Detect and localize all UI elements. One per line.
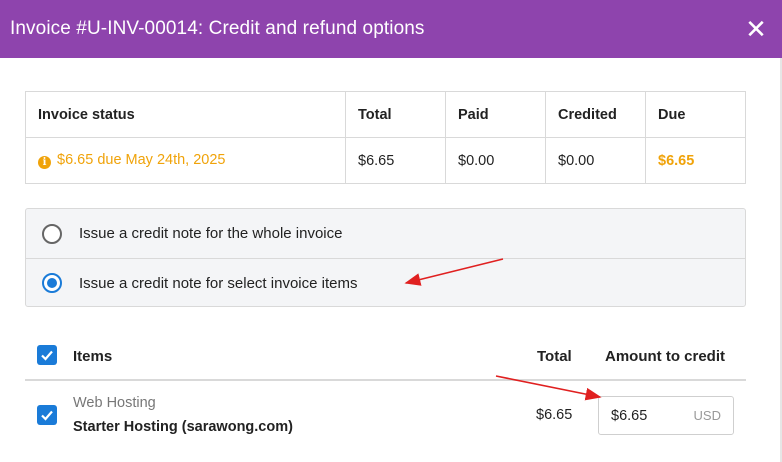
invoice-status-table: Invoice status Total Paid Credited Due i… [25, 91, 746, 184]
credited-value: $0.00 [545, 137, 646, 184]
dialog-title: Invoice #U-INV-00014: Credit and refund … [10, 18, 425, 39]
total-value: $6.65 [345, 137, 446, 184]
currency-label: USD [693, 408, 721, 423]
select-all-checkbox[interactable] [37, 345, 57, 365]
status-cell: i $6.65 due May 24th, 2025 [25, 137, 346, 184]
checkmark-icon [41, 350, 53, 361]
credit-options-group: Issue a credit note for the whole invoic… [25, 208, 746, 307]
close-icon[interactable]: ✕ [744, 16, 768, 42]
header-items: Items [73, 347, 113, 365]
header-credited: Credited [545, 91, 646, 138]
items-table-header: Items Total Amount to credit [25, 333, 746, 381]
option-whole-invoice-label: Issue a credit note for the whole invoic… [79, 225, 343, 242]
radio-select-items[interactable] [42, 273, 62, 293]
item-total: $6.65 [536, 407, 573, 423]
header-invoice-status: Invoice status [25, 91, 346, 138]
item-category: Web Hosting [73, 395, 156, 411]
due-value: $6.65 [645, 137, 746, 184]
radio-whole-invoice[interactable] [42, 223, 62, 244]
amount-value: $6.65 [611, 407, 648, 424]
header-due: Due [645, 91, 746, 138]
header-items-total: Total [537, 347, 572, 365]
header-paid: Paid [445, 91, 546, 138]
item-checkbox[interactable] [37, 405, 57, 425]
status-text: $6.65 due May 24th, 2025 [57, 152, 226, 168]
paid-value: $0.00 [445, 137, 546, 184]
item-name: Starter Hosting (sarawong.com) [73, 419, 293, 435]
header-amount-to-credit: Amount to credit [605, 347, 725, 365]
header-total: Total [345, 91, 446, 138]
status-table-row: i $6.65 due May 24th, 2025 $6.65 $0.00 $0… [25, 137, 746, 184]
option-select-items-label: Issue a credit note for select invoice i… [79, 274, 358, 292]
info-icon: i [38, 156, 51, 169]
option-select-items[interactable]: Issue a credit note for select invoice i… [26, 258, 745, 307]
dialog-header: Invoice #U-INV-00014: Credit and refund … [0, 0, 782, 58]
checkmark-icon [41, 410, 53, 421]
amount-to-credit-input[interactable]: $6.65 USD [598, 396, 734, 435]
option-whole-invoice[interactable]: Issue a credit note for the whole invoic… [26, 209, 745, 258]
status-table-header-row: Invoice status Total Paid Credited Due [25, 91, 746, 138]
table-row: Web Hosting Starter Hosting (sarawong.co… [25, 383, 746, 453]
